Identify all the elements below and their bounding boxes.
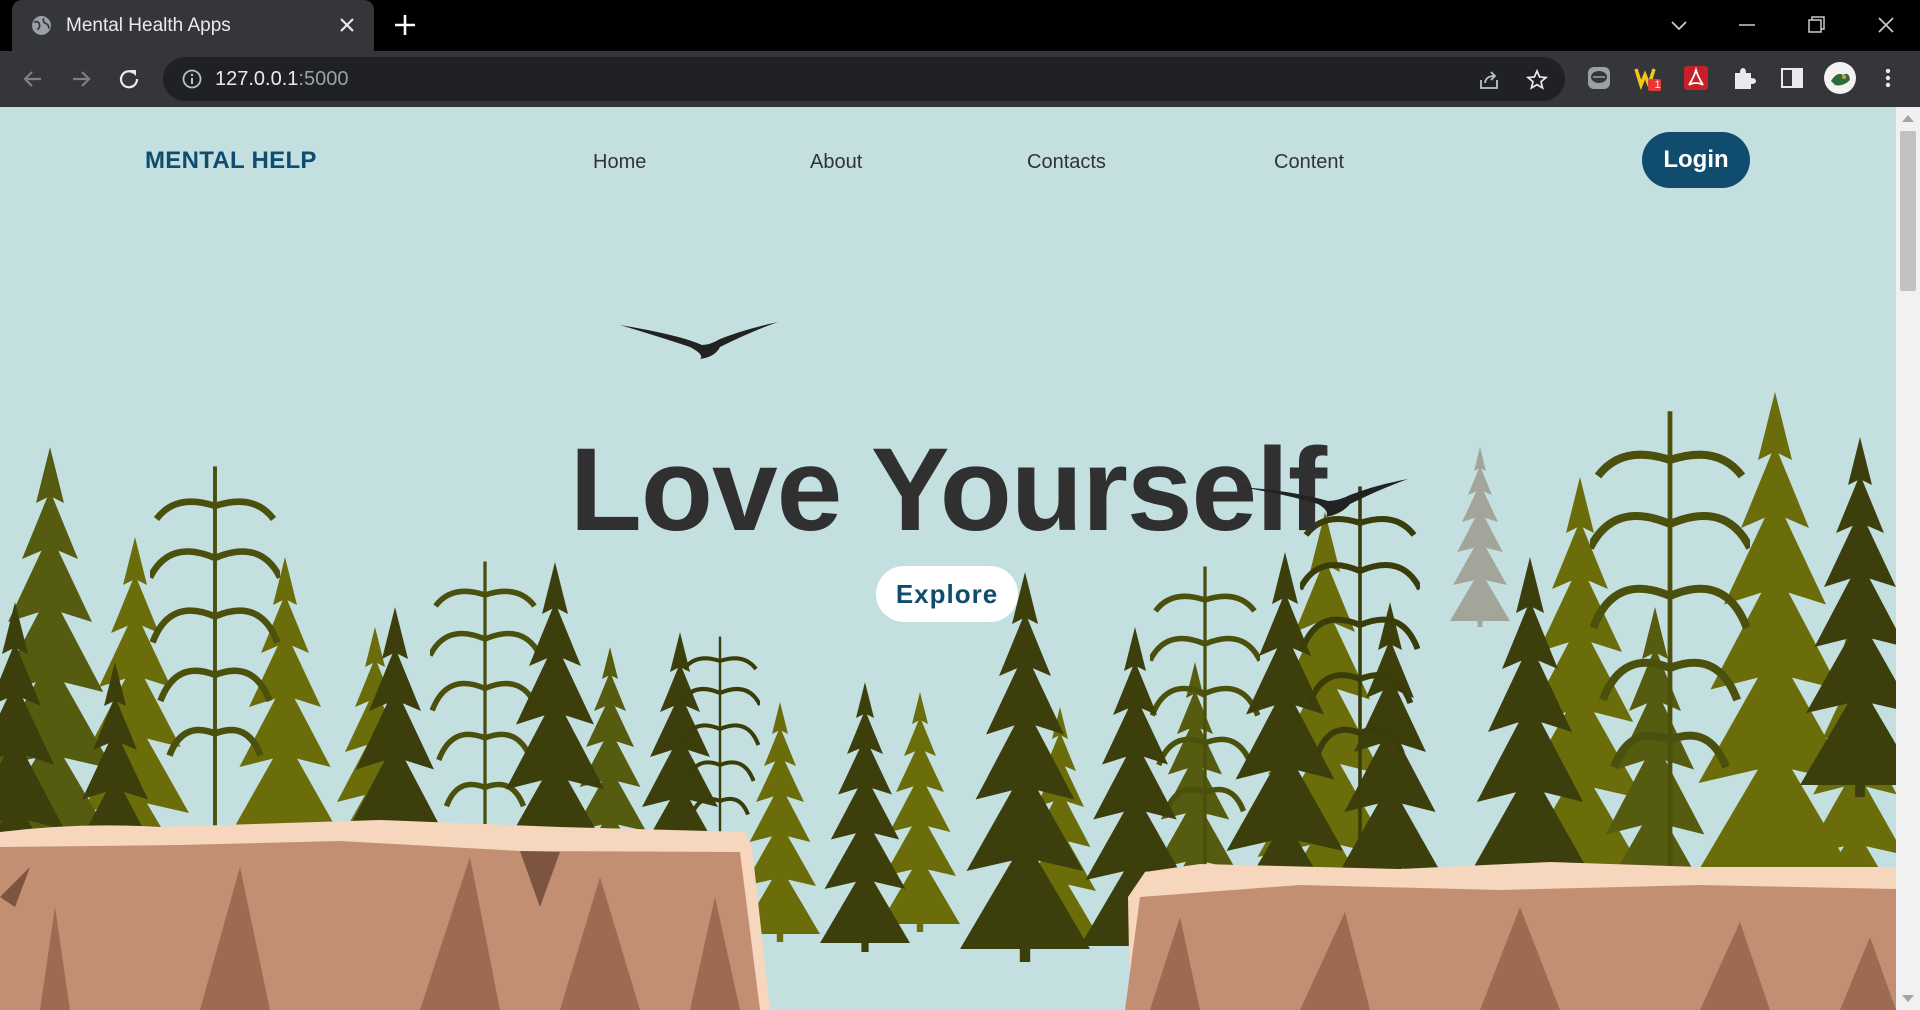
puzzle-icon[interactable]: [1729, 63, 1759, 93]
close-window-icon[interactable]: [1871, 10, 1901, 40]
acrobat-icon[interactable]: [1681, 63, 1711, 93]
close-tab-icon[interactable]: [336, 14, 358, 36]
star-icon[interactable]: [1525, 68, 1549, 92]
restore-icon[interactable]: [1801, 10, 1831, 40]
globe-icon: [32, 16, 51, 35]
address-bar[interactable]: 127.0.0.1:5000: [163, 57, 1565, 101]
nav-home[interactable]: Home: [593, 151, 646, 174]
brand-logo[interactable]: MENTAL HELP: [145, 147, 317, 175]
page-scrollbar[interactable]: [1896, 107, 1920, 1010]
forest-background: [0, 392, 1896, 1010]
reload-icon[interactable]: [115, 65, 143, 93]
bird-illustration-2: [1240, 479, 1408, 517]
extension-badge: 1: [1654, 79, 1661, 91]
url-host: 127.0.0.1: [215, 68, 299, 90]
page-viewport: Love Yourself MENTAL HELP Home About Con…: [0, 107, 1896, 1010]
nav-contacts[interactable]: Contacts: [1027, 151, 1106, 174]
scroll-thumb[interactable]: [1900, 131, 1916, 291]
nav-content[interactable]: Content: [1274, 151, 1344, 174]
explore-button[interactable]: Explore: [876, 566, 1018, 622]
tab-strip: Mental Health Apps: [0, 0, 1920, 51]
side-panel-icon[interactable]: [1777, 63, 1807, 93]
scroll-up-arrow-icon[interactable]: [1902, 115, 1914, 122]
info-icon[interactable]: [181, 68, 203, 90]
hero-title: Love Yourself: [569, 424, 1327, 556]
scroll-down-arrow-icon[interactable]: [1902, 995, 1914, 1002]
tab-title: Mental Health Apps: [66, 15, 231, 36]
new-tab-icon[interactable]: [392, 12, 418, 38]
kebab-menu-icon[interactable]: [1873, 63, 1903, 93]
url-port: :5000: [298, 68, 349, 90]
share-icon[interactable]: [1477, 68, 1501, 92]
bird-illustration: [620, 322, 778, 359]
login-button[interactable]: Login: [1642, 132, 1750, 188]
avatar[interactable]: [1823, 61, 1857, 95]
minimize-icon[interactable]: [1732, 10, 1762, 40]
nav-about[interactable]: About: [810, 151, 862, 174]
browser-toolbar: 127.0.0.1:5000 1: [0, 51, 1920, 107]
arrow-left-icon[interactable]: [19, 65, 47, 93]
tab-search-icon[interactable]: [1664, 10, 1694, 40]
arrow-right-icon[interactable]: [67, 65, 95, 93]
url-text[interactable]: 127.0.0.1:5000: [215, 68, 348, 91]
line-extension-icon[interactable]: [1584, 63, 1614, 93]
browser-tab[interactable]: Mental Health Apps: [12, 0, 374, 51]
